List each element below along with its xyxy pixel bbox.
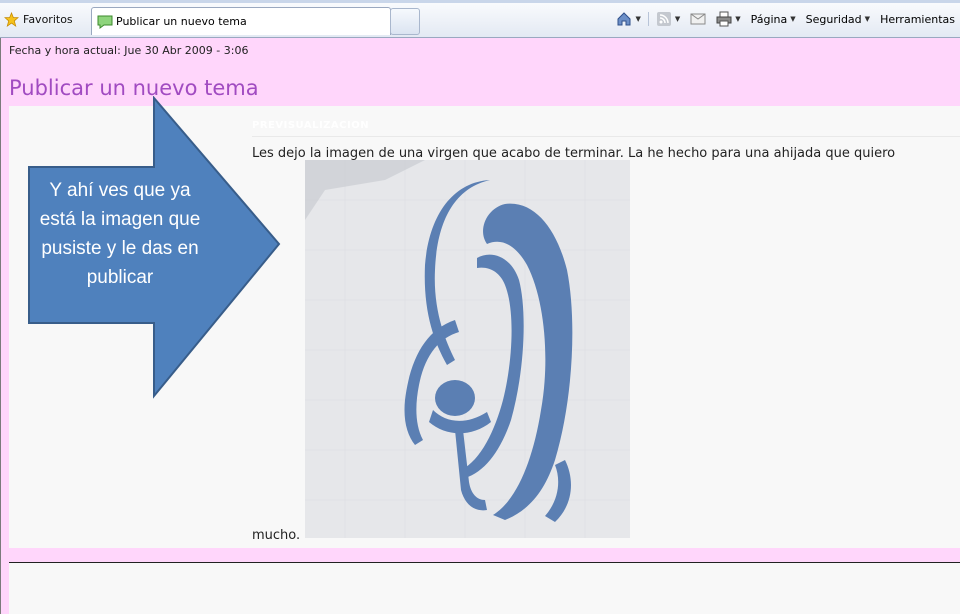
post-body-text: Les dejo la imagen de una virgen que aca… bbox=[252, 146, 896, 161]
favorites-button[interactable]: Favoritos bbox=[4, 10, 73, 28]
favorites-label: Favoritos bbox=[23, 12, 73, 26]
print-button[interactable]: ▼ bbox=[711, 8, 745, 30]
home-icon bbox=[617, 12, 631, 26]
current-datetime: Fecha y hora actual: Jue 30 Abr 2009 - 3… bbox=[9, 44, 249, 57]
preview-divider bbox=[252, 136, 960, 137]
rss-icon bbox=[656, 12, 671, 26]
annotation-text: Y ahí ves que ya está la imagen que pusi… bbox=[39, 180, 201, 288]
mail-button[interactable] bbox=[685, 8, 711, 30]
chevron-down-icon: ▼ bbox=[790, 15, 796, 23]
chevron-down-icon: ▼ bbox=[735, 15, 741, 23]
page-menu[interactable]: Página ▼ bbox=[746, 8, 801, 30]
browser-toolbar: Favoritos Publicar un nuevo tema ▼ ▼ ▼ P… bbox=[0, 0, 960, 38]
tools-menu-label: Herramientas bbox=[880, 12, 955, 26]
star-icon bbox=[4, 11, 19, 27]
printer-icon bbox=[716, 11, 732, 27]
security-menu[interactable]: Seguridad ▼ bbox=[801, 8, 875, 30]
speech-bubble-icon bbox=[97, 15, 113, 29]
separator bbox=[647, 12, 649, 26]
new-tab-button[interactable] bbox=[390, 8, 420, 35]
mail-icon bbox=[690, 13, 706, 25]
page-menu-label: Página bbox=[750, 12, 788, 26]
post-body-text-end: mucho. bbox=[252, 528, 301, 543]
chevron-down-icon: ▼ bbox=[635, 15, 641, 23]
embroidered-virgin-image bbox=[305, 160, 630, 538]
tab-title: Publicar un nuevo tema bbox=[116, 15, 247, 28]
tab-publicar[interactable]: Publicar un nuevo tema bbox=[91, 7, 391, 35]
toolbar-top-strip bbox=[0, 0, 960, 3]
feeds-button[interactable]: ▼ bbox=[651, 8, 685, 30]
chevron-down-icon: ▼ bbox=[674, 15, 681, 23]
security-menu-label: Seguridad bbox=[805, 12, 862, 26]
home-button[interactable]: ▼ bbox=[611, 8, 645, 30]
command-bar: ▼ ▼ ▼ Página ▼ Seguridad ▼ Herramientas bbox=[611, 8, 960, 30]
bottom-panel bbox=[9, 563, 960, 614]
chevron-down-icon: ▼ bbox=[864, 15, 871, 23]
tools-menu[interactable]: Herramientas bbox=[875, 8, 960, 30]
